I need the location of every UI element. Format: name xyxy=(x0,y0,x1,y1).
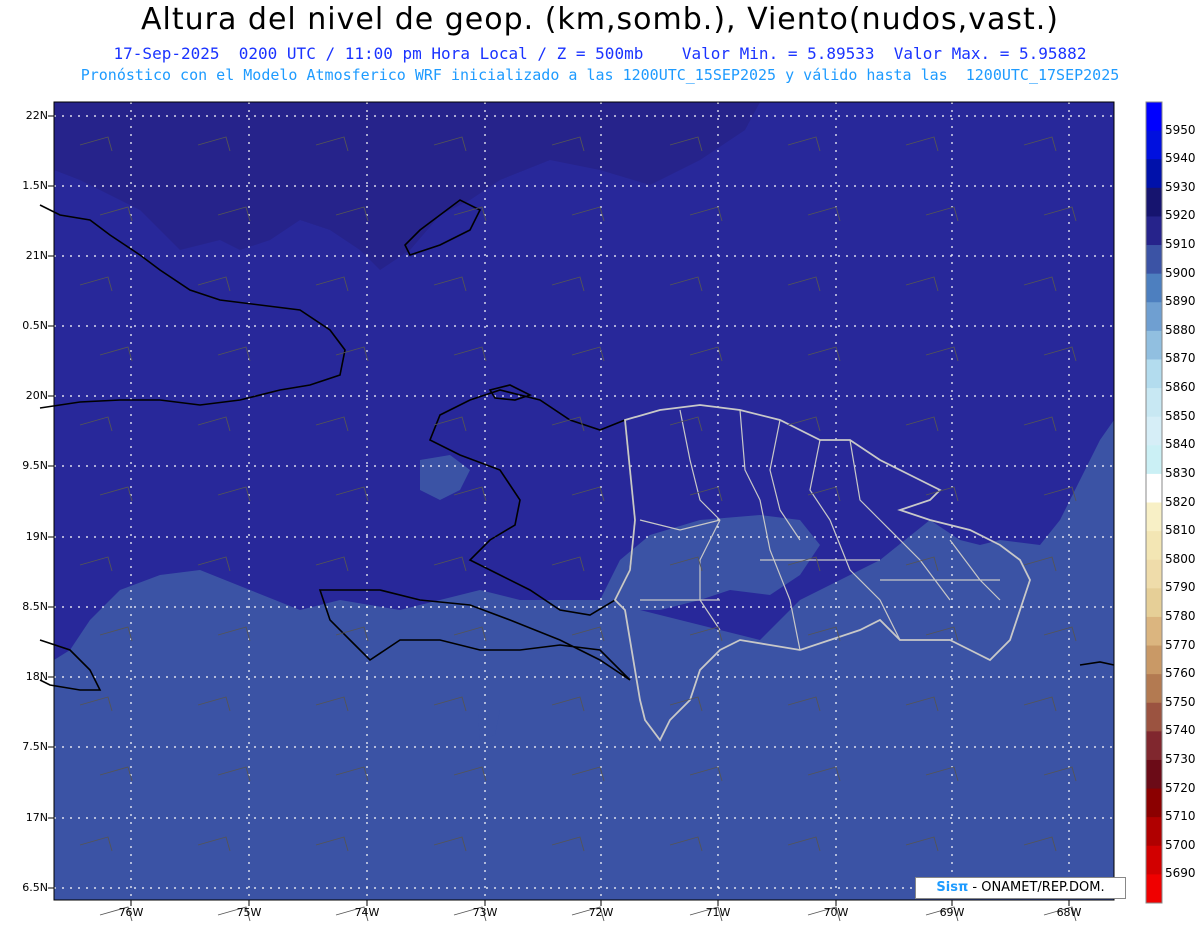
colorbar-level: 5710 xyxy=(1165,809,1196,824)
colorbar-level: 5940 xyxy=(1165,151,1196,166)
credit-text: - ONAMET/REP.DOM. xyxy=(968,880,1105,895)
colorbar-swatch xyxy=(1146,531,1162,561)
lat-label: 17N xyxy=(25,811,48,824)
lat-label: 6.5N xyxy=(22,881,48,894)
colorbar-level: 5890 xyxy=(1165,294,1196,309)
colorbar-swatch xyxy=(1146,445,1162,475)
colorbar-level: 5950 xyxy=(1165,122,1196,137)
colorbar-swatch xyxy=(1146,187,1162,217)
colorbar-swatch xyxy=(1146,302,1162,332)
colorbar-swatch xyxy=(1146,502,1162,532)
colorbar-swatch xyxy=(1146,216,1162,246)
colorbar-swatch xyxy=(1146,702,1162,732)
colorbar-swatch xyxy=(1146,759,1162,790)
colorbar-swatch xyxy=(1146,674,1162,704)
colorbar-level: 5820 xyxy=(1165,494,1196,509)
lat-label: 9.5N xyxy=(22,459,48,472)
colorbar-level: 5690 xyxy=(1165,866,1196,881)
colorbar-swatch xyxy=(1146,159,1162,189)
map-canvas xyxy=(39,101,1163,922)
credit-box: Sisπ - ONAMET/REP.DOM. xyxy=(915,877,1126,899)
colorbar-level: 5930 xyxy=(1165,179,1196,194)
colorbar-swatch xyxy=(1146,473,1162,503)
colorbar-level: 5900 xyxy=(1165,265,1196,280)
lat-label: 1.5N xyxy=(22,179,48,192)
colorbar-swatch xyxy=(1146,874,1162,904)
colorbar-level: 5840 xyxy=(1165,437,1196,452)
colorbar-swatch xyxy=(1146,416,1162,446)
lat-label: 8.5N xyxy=(22,600,48,613)
colorbar-level: 5830 xyxy=(1165,465,1196,480)
lat-label: 19N xyxy=(25,530,48,543)
colorbar-swatch xyxy=(1146,788,1162,818)
colorbar-level: 5730 xyxy=(1165,751,1196,766)
lon-label: 71W xyxy=(705,906,731,919)
colorbar-level: 5740 xyxy=(1165,723,1196,738)
sispi-logo: Sisπ xyxy=(936,880,969,895)
colorbar-level: 5910 xyxy=(1165,237,1196,252)
lon-label: 70W xyxy=(823,906,849,919)
colorbar-level: 5760 xyxy=(1165,666,1196,681)
lat-label: 7.5N xyxy=(22,740,48,753)
lon-label: 74W xyxy=(354,906,380,919)
colorbar-swatch xyxy=(1146,245,1162,275)
colorbar-swatch xyxy=(1146,130,1162,160)
colorbar-level: 5880 xyxy=(1165,322,1196,337)
lon-label: 73W xyxy=(472,906,498,919)
colorbar-swatch xyxy=(1146,731,1162,761)
colorbar-level: 5800 xyxy=(1165,551,1196,566)
colorbar-level: 5770 xyxy=(1165,637,1196,652)
colorbar-level: 5810 xyxy=(1165,523,1196,538)
colorbar-swatch xyxy=(1146,359,1162,389)
lat-label: 22N xyxy=(25,109,48,122)
colorbar-swatch xyxy=(1146,388,1162,418)
colorbar xyxy=(1145,101,1163,904)
colorbar-level: 5920 xyxy=(1165,208,1196,223)
colorbar-swatch xyxy=(1146,817,1162,847)
colorbar-swatch xyxy=(1146,645,1162,675)
lon-label: 76W xyxy=(118,906,144,919)
lon-label: 69W xyxy=(939,906,965,919)
lon-label: 72W xyxy=(588,906,614,919)
colorbar-level: 5780 xyxy=(1165,608,1196,623)
lat-label: 0.5N xyxy=(22,319,48,332)
colorbar-level: 5860 xyxy=(1165,380,1196,395)
lat-label: 21N xyxy=(25,249,48,262)
lon-label: 68W xyxy=(1056,906,1082,919)
colorbar-level: 5720 xyxy=(1165,780,1196,795)
colorbar-level: 5750 xyxy=(1165,694,1196,709)
colorbar-swatch xyxy=(1146,588,1162,618)
colorbar-level: 5790 xyxy=(1165,580,1196,595)
colorbar-level: 5850 xyxy=(1165,408,1196,423)
colorbar-level: 5870 xyxy=(1165,351,1196,366)
lon-label: 75W xyxy=(236,906,262,919)
colorbar-level: 5700 xyxy=(1165,837,1196,852)
colorbar-swatch xyxy=(1146,102,1162,132)
lat-label: 18N xyxy=(25,670,48,683)
colorbar-swatch xyxy=(1146,616,1162,647)
colorbar-swatch xyxy=(1146,273,1162,303)
colorbar-swatch xyxy=(1146,559,1162,589)
colorbar-swatch xyxy=(1146,330,1162,360)
colorbar-swatch xyxy=(1146,845,1162,875)
lat-label: 20N xyxy=(25,389,48,402)
